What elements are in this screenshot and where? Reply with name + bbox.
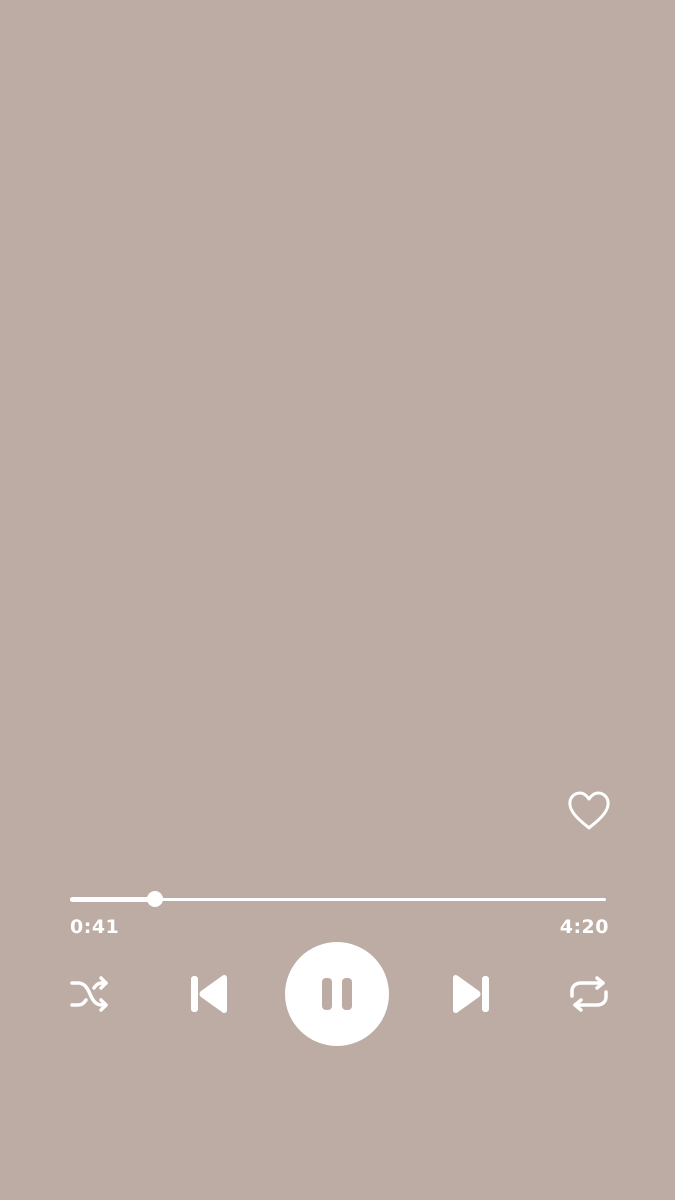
elapsed-time: 0:41 [70, 916, 120, 938]
next-button[interactable] [447, 970, 493, 1018]
music-player-screen: 0:41 4:20 [0, 0, 675, 1200]
like-button[interactable] [566, 789, 612, 833]
total-time: 4:20 [559, 916, 609, 938]
repeat-button[interactable] [566, 975, 612, 1013]
progress-fill [70, 897, 155, 902]
progress-bar[interactable] [70, 886, 606, 912]
previous-button[interactable] [187, 970, 233, 1018]
progress-thumb[interactable] [146, 891, 163, 907]
pause-button[interactable] [285, 942, 389, 1046]
heart-outline-icon [568, 791, 610, 830]
pause-icon [322, 978, 352, 1010]
shuffle-icon [70, 976, 108, 1012]
skip-previous-icon [191, 974, 227, 1014]
skip-next-icon [453, 974, 489, 1014]
shuffle-button[interactable] [68, 975, 112, 1013]
repeat-icon [570, 976, 608, 1012]
